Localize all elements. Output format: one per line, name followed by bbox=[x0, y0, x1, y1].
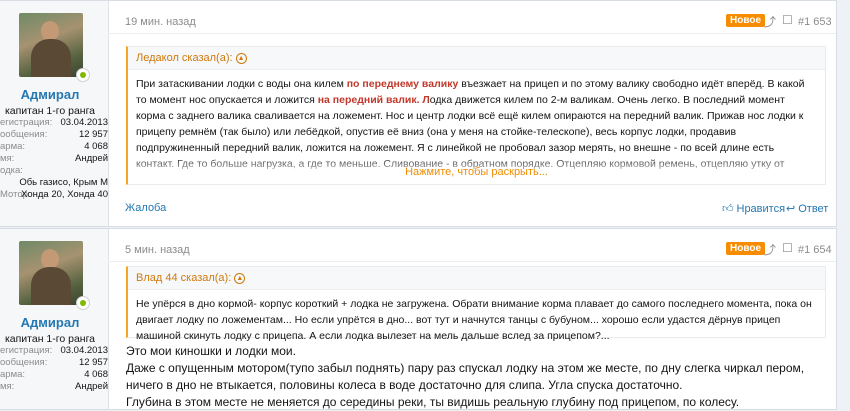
user-info-panel: Адмирал капитан 1-го ранга егистрация: 03… bbox=[0, 1, 109, 226]
bookmark-icon[interactable]: ☐ bbox=[782, 241, 793, 255]
stat-karma: арма: 4 068 bbox=[0, 141, 108, 152]
stat-name: мя: Андрей bbox=[0, 381, 108, 392]
post-number[interactable]: #1 653 bbox=[798, 16, 832, 28]
online-status-icon bbox=[77, 297, 89, 309]
stat-messages: ообщения: 12 957 bbox=[0, 357, 108, 368]
post-time[interactable]: 5 мин. назад bbox=[125, 244, 190, 256]
share-icon[interactable]: ⤴ bbox=[764, 13, 776, 30]
online-status-icon bbox=[77, 69, 89, 81]
post-1653: Адмирал капитан 1-го ранга егистрация: 03… bbox=[0, 0, 837, 227]
post-body: Это мои киношки и лодки мои. Даже с опущ… bbox=[126, 343, 826, 411]
post-line: Даже с опущенным мотором(тупо забыл подн… bbox=[126, 361, 805, 392]
quote-text: При затаскивании лодки с воды она килем … bbox=[128, 70, 825, 184]
quote-text: Не упёрся в дно кормой- корпус короткий … bbox=[136, 298, 812, 342]
stat-name: мя: Андрей bbox=[0, 153, 108, 164]
avatar[interactable] bbox=[19, 13, 83, 77]
share-icon[interactable]: ⤴ bbox=[764, 241, 776, 258]
report-link[interactable]: Жалоба bbox=[125, 202, 166, 214]
quote-block: Влад 44 сказал(а): ▲ Не упёрся в дно корм… bbox=[126, 266, 826, 342]
arrow-up-icon[interactable]: ▲ bbox=[235, 52, 247, 64]
quote-author[interactable]: Влад 44 сказал(а): ▲ bbox=[128, 267, 825, 290]
bookmark-icon[interactable]: ☐ bbox=[782, 13, 793, 27]
post-line: Глубина в этом месте не меняется до сере… bbox=[126, 395, 740, 409]
post-meta: 19 мин. назад Новое ⤴ ☐ #1 653 bbox=[108, 1, 836, 34]
stat-registration: егистрация: 03.04.2013 bbox=[0, 117, 108, 128]
post-time[interactable]: 19 мин. назад bbox=[125, 16, 196, 28]
like-button[interactable]: 👍︎ Нравится bbox=[722, 202, 785, 215]
post-1654: Адмирал капитан 1-го ранга егистрация: 03… bbox=[0, 228, 837, 410]
user-info-panel: Адмирал капитан 1-го ранга егистрация: 03… bbox=[0, 229, 109, 409]
stat-boat: одка: bbox=[0, 165, 23, 176]
stat-boat-value: Обь газисо, Крым М bbox=[19, 177, 108, 188]
new-badge: Новое bbox=[726, 14, 766, 27]
user-stats: егистрация: 03.04.2013 ообщения: 12 957 ар… bbox=[0, 345, 108, 393]
post-number[interactable]: #1 654 bbox=[798, 244, 832, 256]
user-title: капитан 1-го ранга bbox=[4, 105, 96, 117]
stat-karma: арма: 4 068 bbox=[0, 369, 108, 380]
reply-button[interactable]: ↩ Ответ bbox=[786, 202, 828, 215]
stat-motor: Мотор: Хонда 20, Хонда 40 bbox=[0, 189, 108, 200]
post-line: Это мои киношки и лодки мои. bbox=[126, 344, 296, 358]
quote-block: Ледакол сказал(а): ▲ При затаскивании лод… bbox=[126, 46, 826, 185]
thumbs-up-icon: 👍︎ bbox=[722, 203, 734, 215]
stat-registration: егистрация: 03.04.2013 bbox=[0, 345, 108, 356]
username[interactable]: Адмирал bbox=[0, 87, 100, 102]
stat-messages: ообщения: 12 957 bbox=[0, 129, 108, 140]
avatar[interactable] bbox=[19, 241, 83, 305]
post-meta: 5 мин. назад Новое ⤴ ☐ #1 654 bbox=[108, 229, 836, 262]
user-stats: егистрация: 03.04.2013 ообщения: 12 957 ар… bbox=[0, 117, 108, 201]
arrow-up-icon[interactable]: ▲ bbox=[234, 272, 246, 284]
new-badge: Новое bbox=[726, 242, 766, 255]
reply-icon: ↩ bbox=[786, 203, 796, 215]
expand-quote-link[interactable]: Нажмите, чтобы раскрыть... bbox=[128, 164, 825, 180]
username[interactable]: Адмирал bbox=[0, 315, 100, 330]
user-title: капитан 1-го ранга bbox=[4, 333, 96, 345]
quote-author[interactable]: Ледакол сказал(а): ▲ bbox=[128, 47, 825, 70]
